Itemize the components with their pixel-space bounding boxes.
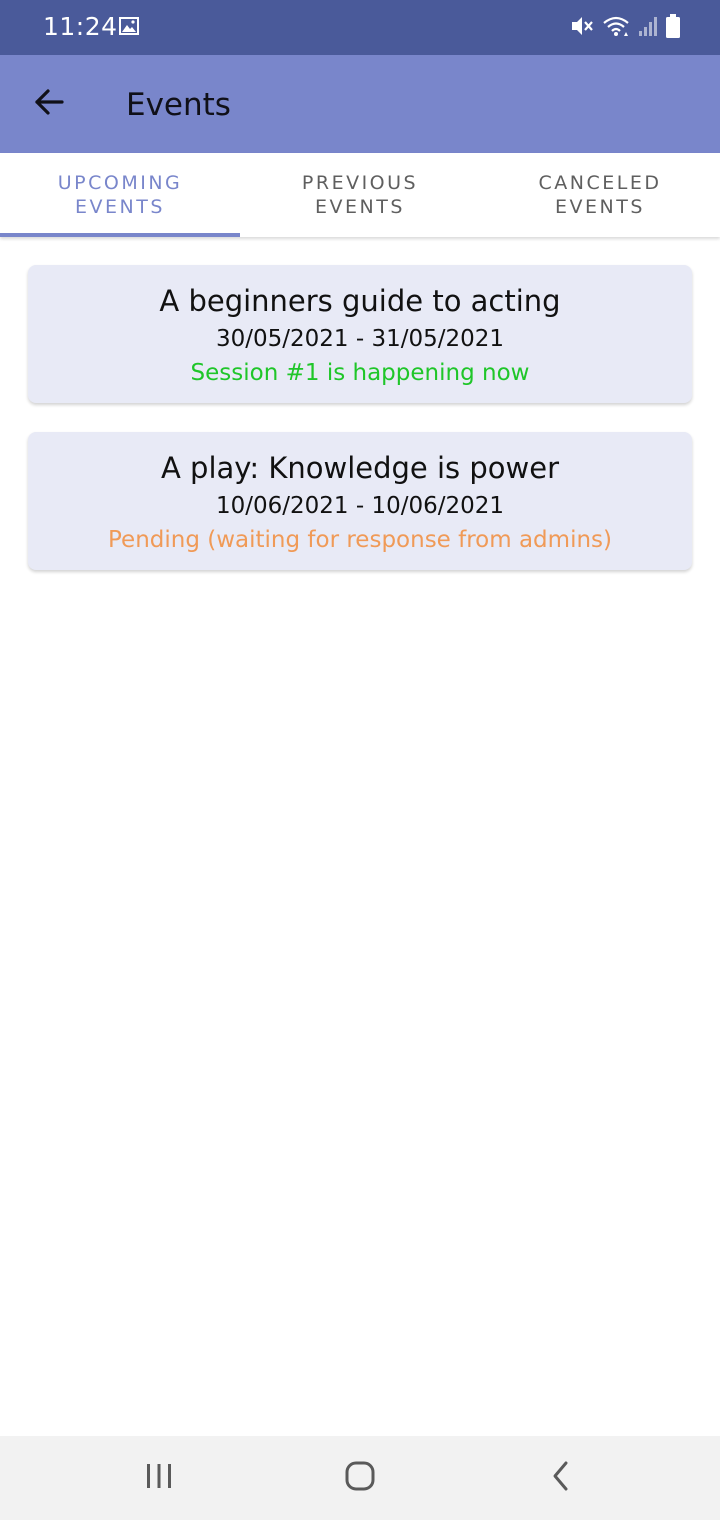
tab-indicator (0, 233, 240, 237)
status-icons (570, 14, 680, 42)
event-dates: 10/06/2021 - 10/06/2021 (215, 493, 505, 519)
recent-apps-icon (144, 1462, 174, 1494)
event-card[interactable]: A play: Knowledge is power 10/06/2021 - … (28, 432, 692, 570)
tab-previous-events[interactable]: PREVIOUS EVENTS (240, 153, 480, 237)
home-button[interactable] (330, 1453, 390, 1503)
status-bar: 11:24 (0, 0, 720, 55)
tab-bar: UPCOMING EVENTS PREVIOUS EVENTS CANCELED… (0, 153, 720, 237)
back-button[interactable] (20, 75, 78, 133)
event-status: Pending (waiting for response from admin… (108, 527, 612, 553)
system-nav-bar (0, 1436, 720, 1520)
back-icon (550, 1460, 572, 1496)
nav-back-button[interactable] (531, 1453, 591, 1503)
event-title: A play: Knowledge is power (161, 451, 559, 485)
mute-icon (570, 15, 594, 41)
event-title: A beginners guide to acting (159, 284, 561, 318)
app-bar: Events (0, 55, 720, 153)
battery-icon (666, 14, 680, 42)
wifi-icon (602, 15, 630, 41)
gallery-icon (119, 16, 139, 36)
page-title: Events (126, 87, 231, 123)
event-dates: 30/05/2021 - 31/05/2021 (215, 326, 505, 352)
tab-upcoming-events[interactable]: UPCOMING EVENTS (0, 153, 240, 237)
arrow-left-icon (33, 86, 65, 122)
home-icon (344, 1460, 376, 1496)
tab-label: UPCOMING EVENTS (57, 172, 183, 218)
tab-label: CANCELED EVENTS (538, 172, 662, 218)
tab-canceled-events[interactable]: CANCELED EVENTS (480, 153, 720, 237)
events-list: A beginners guide to acting 30/05/2021 -… (0, 237, 720, 1436)
recent-apps-button[interactable] (129, 1453, 189, 1503)
event-card[interactable]: A beginners guide to acting 30/05/2021 -… (28, 265, 692, 403)
status-time: 11:24 (43, 12, 118, 41)
tab-label: PREVIOUS EVENTS (301, 172, 419, 218)
signal-icon (638, 15, 658, 41)
event-status: Session #1 is happening now (190, 360, 530, 386)
